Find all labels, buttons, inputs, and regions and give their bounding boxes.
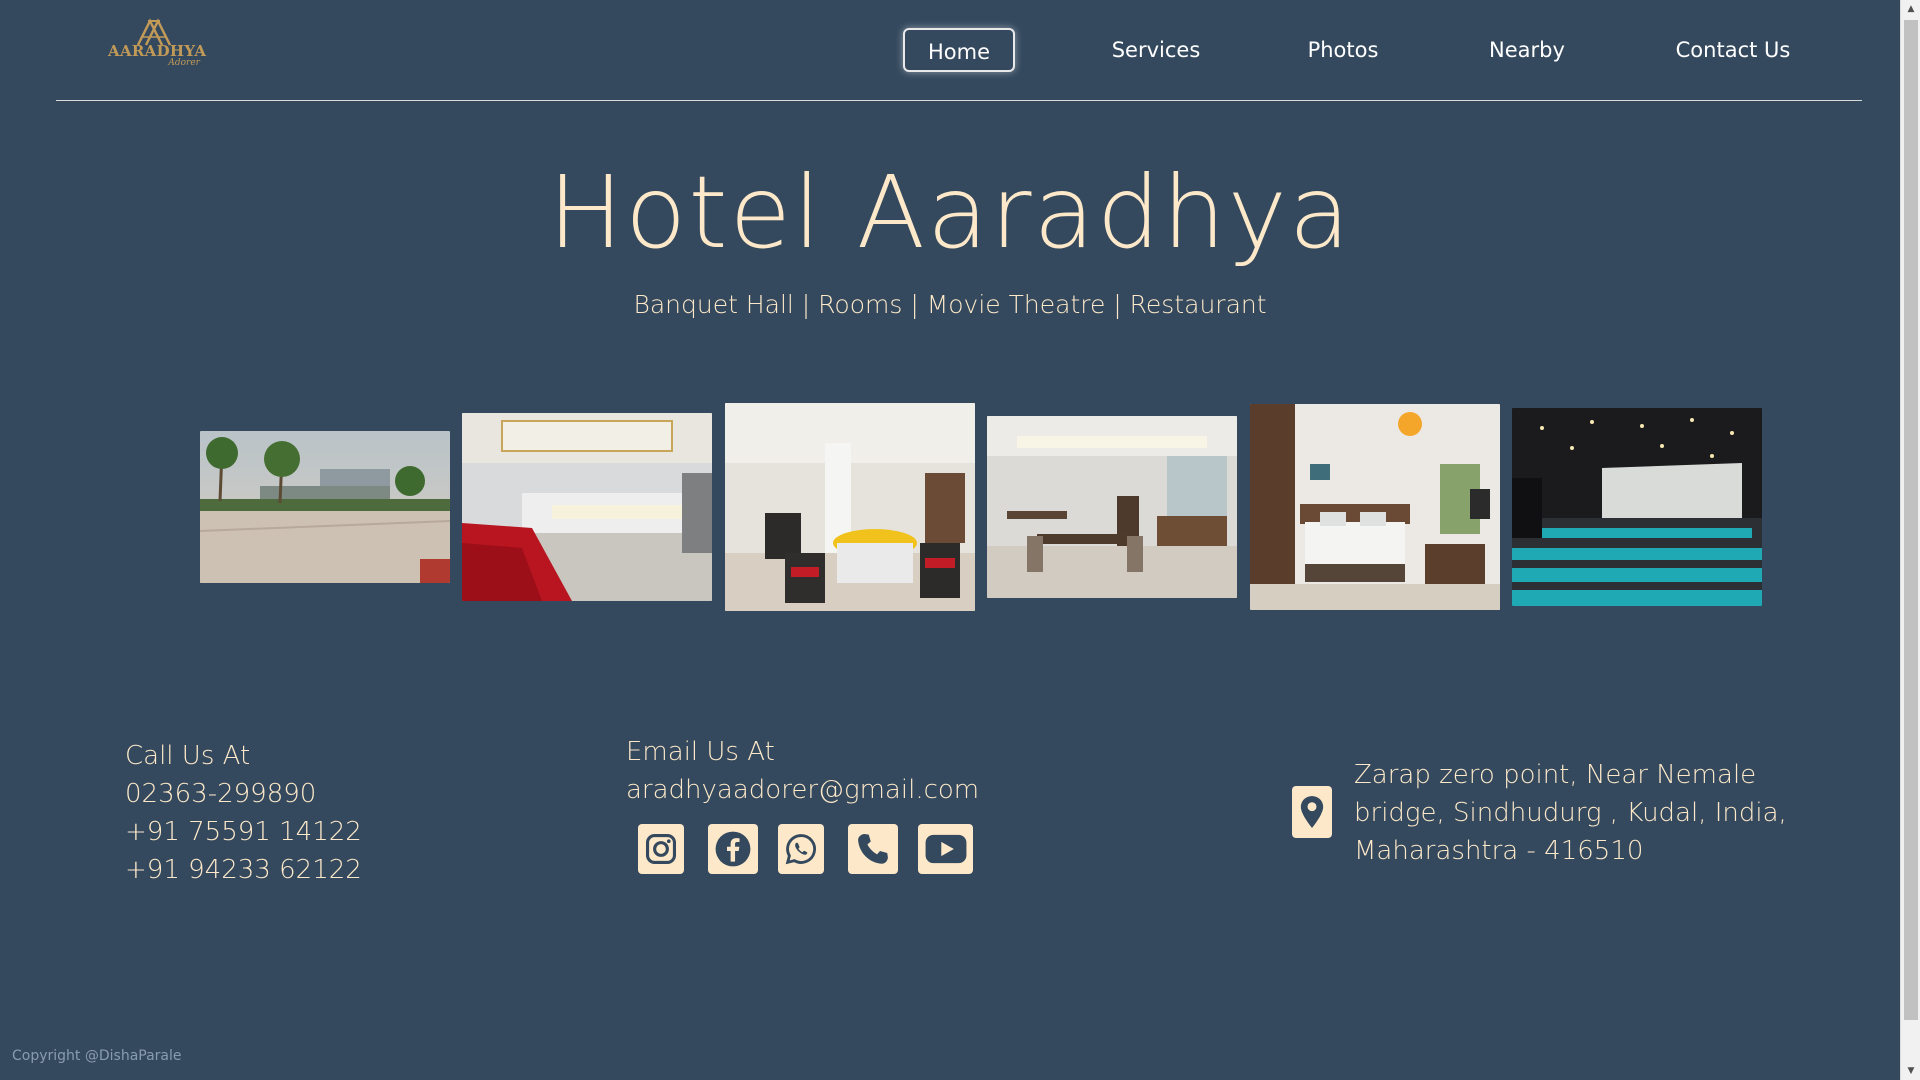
movie-theatre-photo[interactable] (1512, 408, 1762, 606)
phone-number-2[interactable]: +91 75591 14122 (125, 817, 362, 847)
email-us-title: Email Us At (626, 737, 775, 767)
hotel-exterior-photo[interactable] (200, 431, 450, 583)
facebook-icon[interactable] (708, 824, 758, 874)
instagram-icon[interactable] (638, 824, 684, 874)
scrollbar-thumb[interactable] (1904, 20, 1918, 1020)
nav-services[interactable]: Services (1086, 28, 1226, 72)
phone-number-1[interactable]: 02363-299890 (125, 779, 316, 809)
banquet-hall-photo[interactable] (462, 413, 712, 601)
page-scrollbar[interactable]: ▲ ▼ (1900, 0, 1920, 1080)
address-line-3: Maharashtra - 416510 (1354, 836, 1644, 866)
nav-home[interactable]: Home (903, 28, 1015, 72)
nav-photos[interactable]: Photos (1280, 28, 1406, 72)
hero-title: Hotel Aaradhya (547, 154, 1353, 271)
location-pin-icon (1292, 786, 1332, 838)
address-line-2: bridge, Sindhudurg , Kudal, India, (1354, 798, 1787, 828)
scroll-down-arrow-icon[interactable]: ▼ (1901, 1062, 1920, 1080)
nav-contact-us[interactable]: Contact Us (1648, 28, 1818, 72)
hotel-room-photo[interactable] (1250, 404, 1500, 610)
email-address[interactable]: aradhyaadorer@gmail.com (626, 775, 979, 805)
logo-subtitle: Adorer (168, 58, 200, 68)
hero-subtitle: Banquet Hall | Rooms | Movie Theatre | R… (633, 290, 1267, 319)
dining-room-photo[interactable] (987, 416, 1237, 598)
site-header: AARADHYA Adorer Home Services Photos Nea… (56, 0, 1862, 101)
phone-number-3[interactable]: +91 94233 62122 (125, 855, 362, 885)
youtube-icon[interactable] (918, 824, 973, 874)
whatsapp-icon[interactable] (778, 824, 824, 874)
nav-nearby[interactable]: Nearby (1464, 28, 1590, 72)
call-us-title: Call Us At (125, 741, 251, 771)
phone-icon[interactable] (848, 824, 898, 874)
copyright-text: Copyright @DishaParale (12, 1048, 182, 1064)
address-line-1: Zarap zero point, Near Nemale (1354, 760, 1757, 790)
scroll-up-arrow-icon[interactable]: ▲ (1901, 0, 1920, 18)
logo-wordmark: AARADHYA (108, 42, 207, 60)
brand-logo[interactable]: AARADHYA Adorer (108, 18, 207, 72)
restaurant-round-tables-photo[interactable] (725, 403, 975, 611)
